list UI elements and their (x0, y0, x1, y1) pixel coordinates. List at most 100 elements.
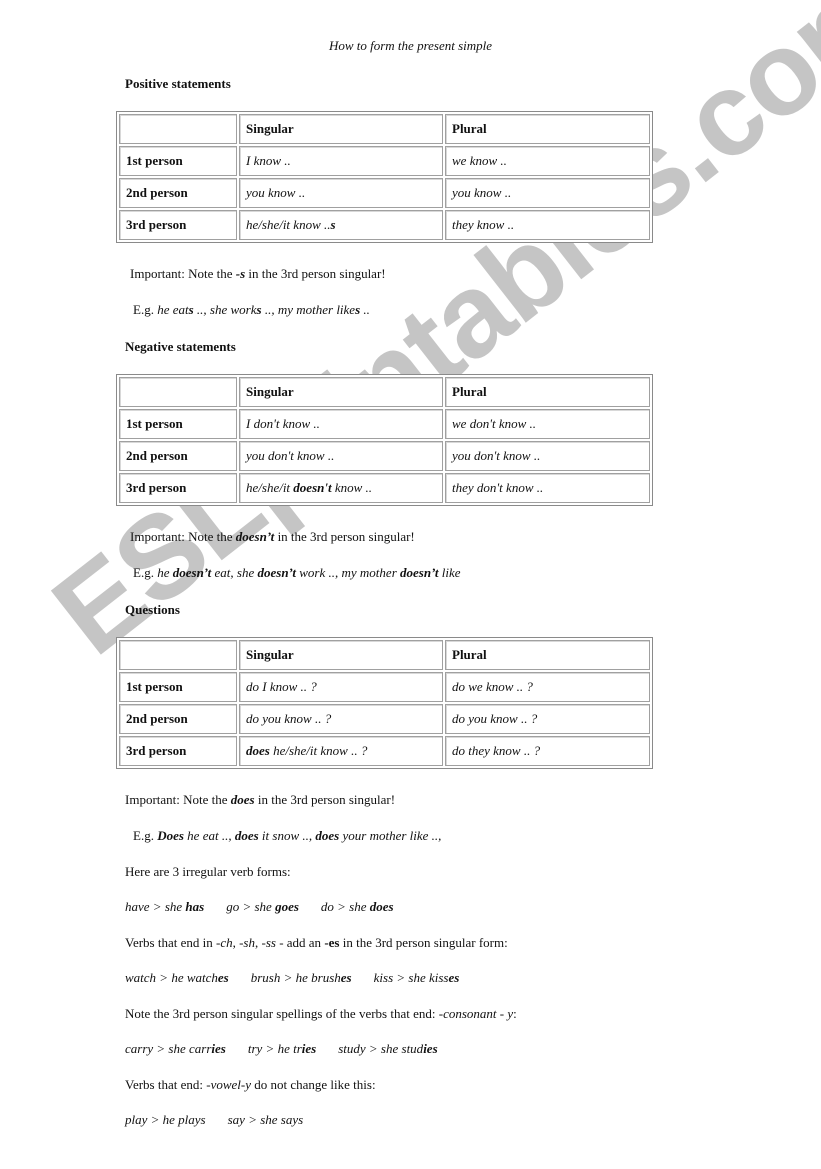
emphasis: does (246, 743, 270, 758)
emphasis: doesn't (293, 480, 332, 495)
emphasis: es (340, 970, 352, 985)
emphasis: doesn’t (257, 565, 297, 580)
example-line: E.g. Does he eat .., does it snow .., do… (133, 828, 442, 843)
person-cell: 1st person (119, 146, 237, 176)
person-cell: 2nd person (119, 178, 237, 208)
plural-cell: you don't know .. (445, 441, 650, 471)
term: -ss (261, 935, 276, 950)
plural-cell: we know .. (445, 146, 650, 176)
emphasis: es (448, 970, 460, 985)
singular-cell: do I know .. ? (239, 672, 443, 702)
vowel-y-rule-examples: play > he plays say > she says (125, 1112, 303, 1128)
emphasis: -es (324, 935, 340, 950)
verb-example: play > he plays (125, 1112, 206, 1127)
plural-cell: they don't know .. (445, 473, 650, 503)
plural-cell: we don't know .. (445, 409, 650, 439)
term: -ch (215, 935, 233, 950)
example-text: he doesn’t eat, she doesn’t work .., my … (157, 565, 461, 580)
emphasis: s (330, 217, 336, 232)
person-cell: 2nd person (119, 441, 237, 471)
person-cell: 3rd person (119, 736, 237, 766)
important-note: Important: Note the -s in the 3rd person… (130, 266, 386, 281)
table-row: 2nd person you know .. you know .. (119, 178, 650, 208)
singular-cell: you don't know .. (239, 441, 443, 471)
y-rule-intro: Note the 3rd person singular spellings o… (125, 1006, 517, 1021)
emphasis: s (355, 302, 361, 317)
table-row: 2nd person do you know .. ? do you know ..… (119, 704, 650, 734)
emphasis: doesn’t (172, 565, 212, 580)
verb-example: try > he tries (247, 1041, 317, 1056)
verb-example: say > she says (227, 1112, 304, 1127)
singular-cell: you know .. (239, 178, 443, 208)
header-cell: Plural (445, 377, 650, 407)
example-line: E.g. he doesn’t eat, she doesn’t work ..… (133, 565, 461, 580)
es-rule-examples: watch > he watches brush > he brushes kiss… (125, 970, 459, 986)
irregular-examples: have > she has go > she goes do > she does (125, 899, 394, 915)
verb-example: kiss > she kisses (373, 970, 460, 985)
emphasis: does (315, 828, 340, 843)
person-cell: 1st person (119, 409, 237, 439)
emphasis: does (234, 828, 259, 843)
example-text: Does he eat .., does it snow .., does yo… (157, 828, 442, 843)
table-row: 3rd person he/she/it doesn't know .. they … (119, 473, 650, 503)
emphasis: -s (235, 266, 246, 281)
plural-cell: do they know .. ? (445, 736, 650, 766)
singular-cell: he/she/it doesn't know .. (239, 473, 443, 503)
singular-cell: I know .. (239, 146, 443, 176)
conjugation-table: Singular Plural 1st person do I know .. ? do… (116, 637, 653, 769)
singular-cell: he/she/it know ..s (239, 210, 443, 240)
verb-example: carry > she carries (125, 1041, 226, 1056)
example-line: E.g. he eats .., she works .., my mother… (133, 302, 370, 317)
header-cell: Singular (239, 640, 443, 670)
emphasis: s (256, 302, 262, 317)
example-text: he eats .., she works .., my mother like… (157, 302, 370, 317)
term: -vowel-y (206, 1077, 251, 1092)
verb-example: brush > he brushes (250, 970, 352, 985)
verb-example: study > she studies (338, 1041, 438, 1056)
table-row: 1st person I know .. we know .. (119, 146, 650, 176)
header-cell-empty (119, 640, 237, 670)
person-cell: 3rd person (119, 210, 237, 240)
table-row: 1st person I don't know .. we don't know .… (119, 409, 650, 439)
emphasis: Does (157, 828, 184, 843)
singular-cell: I don't know .. (239, 409, 443, 439)
important-note: Important: Note the does in the 3rd pers… (125, 792, 396, 807)
table-row: 1st person do I know .. ? do we know .. ? (119, 672, 650, 702)
irregular-intro: Here are 3 irregular verb forms: (125, 864, 291, 879)
emphasis: ies (301, 1041, 317, 1056)
verb-example: have > she has (125, 899, 205, 914)
person-cell: 2nd person (119, 704, 237, 734)
section-heading: Positive statements (125, 76, 231, 91)
header-cell-empty (119, 114, 237, 144)
emphasis: es (217, 970, 229, 985)
header-cell-empty (119, 377, 237, 407)
table-header-row: Singular Plural (119, 114, 650, 144)
plural-cell: you know .. (445, 178, 650, 208)
plural-cell: do you know .. ? (445, 704, 650, 734)
emphasis: does (369, 899, 394, 914)
header-cell: Singular (239, 114, 443, 144)
section-heading: Negative statements (125, 339, 236, 354)
vowel-y-rule-intro: Verbs that end: -vowel-y do not change l… (125, 1077, 376, 1092)
term: -consonant - y (438, 1006, 514, 1021)
header-cell: Singular (239, 377, 443, 407)
person-cell: 3rd person (119, 473, 237, 503)
conjugation-table: Singular Plural 1st person I don't know .. w… (116, 374, 653, 506)
page-title: How to form the present simple (328, 38, 493, 53)
y-rule-examples: carry > she carries try > he tries study >… (125, 1041, 438, 1057)
emphasis: has (185, 899, 205, 914)
singular-cell: does he/she/it know .. ? (239, 736, 443, 766)
verb-example: do > she does (320, 899, 394, 914)
es-rule-intro: Verbs that end in -ch, -sh, -ss - add an… (125, 935, 508, 950)
emphasis: does (230, 792, 255, 807)
header-cell: Plural (445, 114, 650, 144)
emphasis: goes (275, 899, 299, 914)
table-row: 3rd person does he/she/it know .. ? do the… (119, 736, 650, 766)
conjugation-table: Singular Plural 1st person I know .. we know… (116, 111, 653, 243)
verb-example: watch > he watches (125, 970, 229, 985)
verb-example: go > she goes (226, 899, 299, 914)
term: -sh (239, 935, 255, 950)
person-cell: 1st person (119, 672, 237, 702)
table-header-row: Singular Plural (119, 377, 650, 407)
important-note: Important: Note the doesn’t in the 3rd p… (130, 529, 415, 544)
